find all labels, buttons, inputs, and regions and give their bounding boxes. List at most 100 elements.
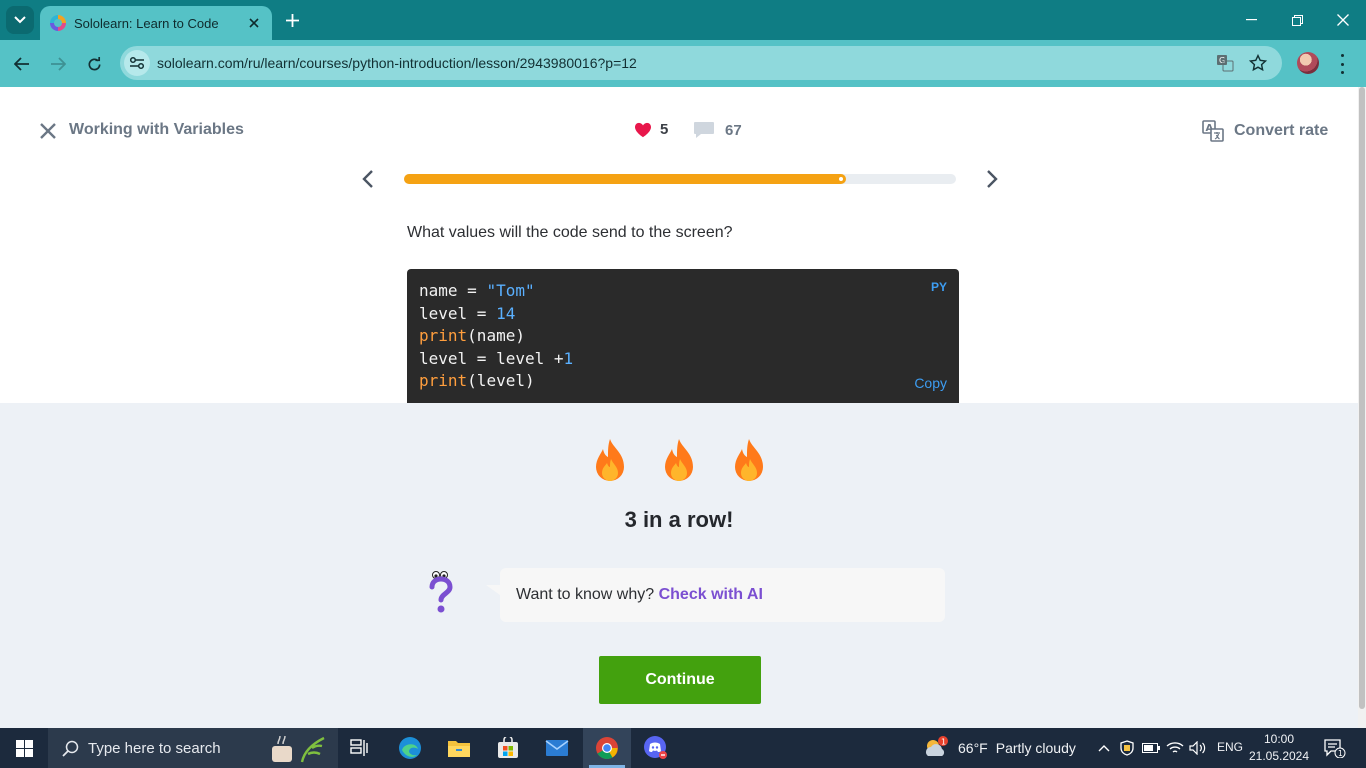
taskbar-chrome[interactable] — [583, 728, 631, 768]
volume-tray-button[interactable] — [1188, 738, 1208, 758]
new-tab-button[interactable] — [282, 10, 302, 30]
ai-hint-bubble: Want to know why? Check with AI — [486, 568, 945, 622]
lesson-progress-bar — [404, 174, 956, 184]
address-bar[interactable]: sololearn.com/ru/learn/courses/python-in… — [120, 46, 1282, 80]
discord-icon — [644, 736, 667, 759]
code-line: level = level +1 — [419, 348, 947, 371]
task-view-icon — [350, 739, 368, 756]
minimize-icon — [1245, 19, 1257, 21]
progress-knob — [837, 175, 845, 183]
taskbar-file-explorer[interactable] — [435, 728, 483, 768]
comment-icon — [694, 122, 714, 138]
windows-start-icon — [15, 739, 33, 757]
streak-text: 3 in a row! — [624, 507, 734, 532]
security-tray-button[interactable] — [1117, 738, 1137, 758]
chrome-icon — [596, 737, 618, 759]
question-text: What values will the code send to the sc… — [407, 224, 733, 241]
code-line-2: level = 14 — [419, 303, 516, 323]
taskbar-discord[interactable] — [632, 728, 680, 768]
url-text[interactable]: sololearn.com/ru/learn/courses/python-in… — [157, 55, 637, 71]
comments-counter[interactable]: 67 — [693, 121, 742, 139]
next-step-button[interactable] — [980, 167, 1004, 191]
convert-rate-icon: A — [1202, 120, 1224, 142]
likes-counter[interactable]: 5 — [634, 121, 668, 138]
taskbar-search-box[interactable]: Type here to search — [48, 728, 338, 768]
tab-search-button[interactable] — [6, 6, 34, 34]
lesson-title: Working with Variables — [69, 121, 244, 138]
forward-button[interactable] — [44, 50, 72, 78]
tab-title: Sololearn: Learn to Code — [74, 15, 219, 31]
show-hidden-icons-button[interactable] — [1094, 738, 1114, 758]
code-line-4: level = level +1 — [419, 348, 574, 368]
search-placeholder: Type here to search — [88, 739, 221, 757]
back-button[interactable] — [8, 50, 36, 78]
copy-code-button[interactable]: Copy — [914, 375, 947, 391]
continue-button[interactable]: Continue — [599, 656, 761, 704]
previous-step-button[interactable] — [356, 167, 380, 191]
explorer-icon — [448, 741, 470, 757]
browser-tab-active[interactable]: Sololearn: Learn to Code — [40, 6, 272, 40]
browser-menu-button[interactable] — [1336, 54, 1348, 74]
convert-rate-button[interactable]: A Convert rate — [1202, 120, 1328, 142]
page-scrollbar[interactable] — [1358, 87, 1366, 728]
taskbar-mail[interactable] — [533, 728, 581, 768]
edge-icon — [399, 737, 421, 759]
translate-button[interactable]: G — [1215, 53, 1235, 73]
browser-tabbar: Sololearn: Learn to Code — [0, 0, 1366, 40]
chevron-up-icon — [1098, 745, 1110, 752]
taskbar-store[interactable] — [484, 728, 532, 768]
weather-temperature: 66°F — [958, 740, 988, 756]
mail-icon — [545, 740, 569, 756]
search-icon — [60, 738, 80, 758]
battery-tray-button[interactable] — [1141, 738, 1161, 758]
streak-flames — [590, 437, 772, 487]
convert-rate-label: Convert rate — [1234, 122, 1329, 139]
profile-avatar[interactable] — [1297, 52, 1319, 74]
restore-icon — [1291, 14, 1303, 26]
chevron-right-icon — [987, 170, 998, 188]
code-line-1: name = "Tom" — [419, 281, 535, 300]
question-mascot-icon — [429, 571, 453, 613]
wifi-tray-button[interactable] — [1165, 738, 1185, 758]
answer-feedback-panel: 3 in a row! Want to know why? Check with… — [0, 403, 1358, 728]
comments-count: 67 — [725, 121, 742, 139]
minimize-button[interactable] — [1228, 0, 1274, 40]
check-with-ai-link[interactable]: Check with AI — [659, 586, 763, 603]
battery-icon — [1142, 743, 1160, 753]
language-badge: PY — [930, 280, 947, 294]
input-language[interactable]: ENG — [1217, 740, 1243, 754]
tab-close-button[interactable] — [246, 15, 262, 31]
bookmark-star-button[interactable] — [1248, 53, 1268, 73]
code-block: name = "Tom" level = 14 print(name) leve… — [407, 269, 959, 409]
partly-cloudy-icon: 1 — [926, 736, 948, 756]
task-view-button[interactable] — [336, 728, 384, 768]
scrollbar-thumb[interactable] — [1359, 87, 1365, 709]
translate-icon: G — [1217, 55, 1234, 72]
star-icon — [1249, 54, 1267, 72]
store-icon — [498, 737, 518, 758]
heart-icon — [635, 122, 651, 137]
start-button[interactable] — [0, 728, 48, 768]
taskbar-edge[interactable] — [386, 728, 434, 768]
site-info-button[interactable] — [124, 50, 150, 76]
system-clock[interactable]: 10:00 21.05.2024 — [1244, 731, 1314, 765]
close-icon — [40, 123, 56, 139]
weather-description: Partly cloudy — [995, 740, 1076, 756]
close-window-button[interactable] — [1320, 0, 1366, 40]
weather-widget[interactable]: 1 66°F Partly cloudy — [922, 728, 1076, 768]
back-icon — [14, 57, 29, 71]
ai-hint-text: Want to know why? Check with AI — [516, 586, 763, 604]
restore-button[interactable] — [1274, 0, 1320, 40]
forward-icon — [51, 57, 66, 71]
code-line-5: print(level) — [419, 371, 535, 390]
reload-button[interactable] — [80, 50, 108, 78]
close-lesson-button[interactable] — [38, 121, 58, 141]
notifications-button[interactable]: 1 — [1322, 738, 1346, 759]
chevron-down-icon — [14, 16, 26, 24]
browser-toolbar: sololearn.com/ru/learn/courses/python-in… — [0, 40, 1366, 87]
volume-icon — [1189, 741, 1206, 755]
shield-icon — [1120, 740, 1134, 756]
wifi-icon — [1166, 742, 1184, 753]
sololearn-favicon-icon — [50, 15, 66, 31]
lesson-page: Working with Variables 5 67 A Convert ra… — [0, 87, 1358, 728]
